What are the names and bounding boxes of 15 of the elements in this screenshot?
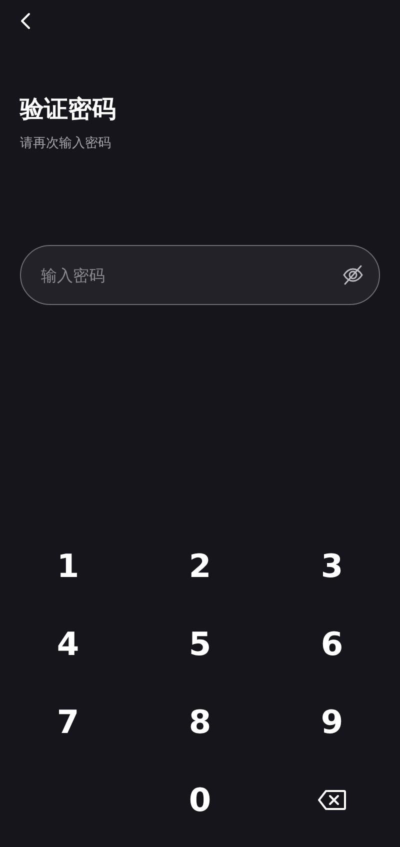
digit-key[interactable]: 5 xyxy=(178,620,222,668)
page-title: 验证密码 xyxy=(20,94,117,125)
backspace-icon[interactable] xyxy=(317,789,347,811)
digit-key[interactable]: 3 xyxy=(310,542,354,590)
page-subtitle: 请再次输入密码 xyxy=(20,135,112,153)
digit-key[interactable]: 6 xyxy=(310,620,354,668)
digit-key[interactable]: 8 xyxy=(178,698,222,746)
digit-key[interactable]: 9 xyxy=(310,698,354,746)
digit-key[interactable]: 0 xyxy=(178,776,222,824)
password-field[interactable]: 输入密码 xyxy=(20,245,380,305)
eye-hidden-icon[interactable] xyxy=(342,264,364,286)
digit-key[interactable]: 2 xyxy=(178,542,222,590)
digit-key[interactable]: 7 xyxy=(46,698,90,746)
digit-key[interactable]: 1 xyxy=(46,542,90,590)
digit-key[interactable]: 4 xyxy=(46,620,90,668)
